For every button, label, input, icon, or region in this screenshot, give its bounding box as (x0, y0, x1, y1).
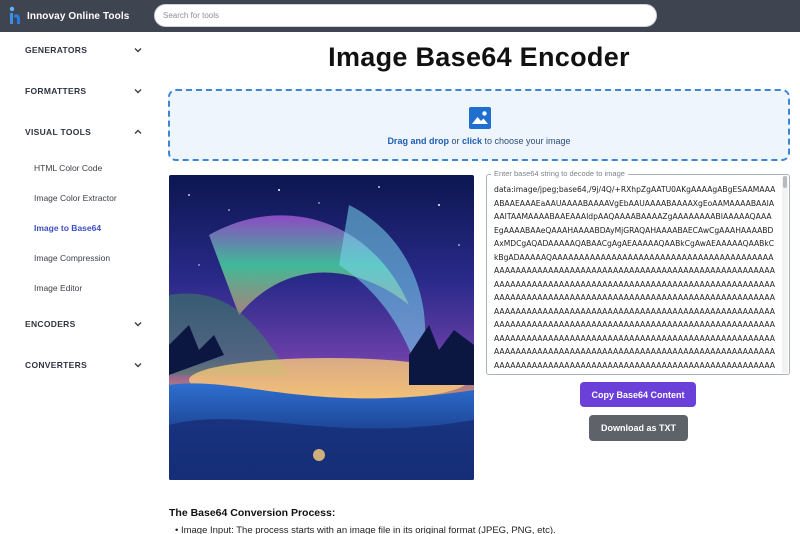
search-input[interactable] (154, 4, 657, 27)
chevron-down-icon (134, 48, 142, 53)
image-preview (169, 175, 474, 480)
chevron-down-icon (134, 322, 142, 327)
click-link[interactable]: click (462, 136, 482, 146)
chevron-down-icon (134, 89, 142, 94)
sidebar: GENERATORS FORMATTERS VISUAL TOOLS HTML … (0, 32, 158, 534)
sidebar-section-visual-tools[interactable]: VISUAL TOOLS (25, 124, 143, 140)
sidebar-item-html-color-code[interactable]: HTML Color Code (34, 163, 102, 173)
process-bullet: • Image Input: The process starts with a… (175, 525, 556, 534)
scrollbar-thumb[interactable] (783, 176, 787, 188)
image-dropzone[interactable]: Drag and drop or click to choose your im… (168, 89, 790, 161)
or-text: or (448, 136, 462, 146)
sidebar-section-generators[interactable]: GENERATORS (25, 42, 143, 58)
brand-name: Innovay Online Tools (27, 10, 130, 22)
sidebar-section-formatters[interactable]: FORMATTERS (25, 83, 143, 99)
sidebar-section-label: GENERATORS (25, 45, 88, 55)
sidebar-section-label: FORMATTERS (25, 86, 87, 96)
sidebar-item-image-color-extractor[interactable]: Image Color Extractor (34, 193, 117, 203)
copy-base64-button[interactable]: Copy Base64 Content (580, 382, 696, 407)
brand-logo[interactable]: Innovay Online Tools (9, 6, 129, 26)
sidebar-section-label: ENCODERS (25, 319, 76, 329)
drag-drop-text: Drag and drop (387, 136, 449, 146)
sidebar-section-label: CONVERTERS (25, 360, 88, 370)
sidebar-section-encoders[interactable]: ENCODERS (25, 316, 143, 332)
base64-text[interactable]: data:image/jpeg;base64,/9j/4Q/+RXhpZgAAT… (494, 183, 776, 373)
chevron-down-icon (134, 363, 142, 368)
page-title: Image Base64 Encoder (328, 42, 630, 72)
download-txt-button[interactable]: Download as TXT (589, 415, 688, 441)
section-heading: The Base64 Conversion Process: (169, 507, 336, 519)
chevron-up-icon (134, 129, 142, 134)
sidebar-section-label: VISUAL TOOLS (25, 127, 92, 137)
choose-image-text: to choose your image (482, 136, 571, 146)
textarea-scrollbar[interactable] (782, 176, 788, 373)
dropzone-text: Drag and drop or click to choose your im… (170, 136, 788, 146)
sidebar-item-image-editor[interactable]: Image Editor (34, 283, 82, 293)
innovay-logo-icon (9, 6, 20, 24)
sidebar-item-image-compression[interactable]: Image Compression (34, 253, 110, 263)
sidebar-item-image-to-base64[interactable]: Image to Base64 (34, 223, 101, 233)
textarea-label: Enter base64 string to decode to image (491, 169, 628, 178)
sidebar-section-converters[interactable]: CONVERTERS (25, 357, 143, 373)
image-icon (469, 107, 491, 129)
top-bar: Innovay Online Tools (0, 0, 800, 32)
